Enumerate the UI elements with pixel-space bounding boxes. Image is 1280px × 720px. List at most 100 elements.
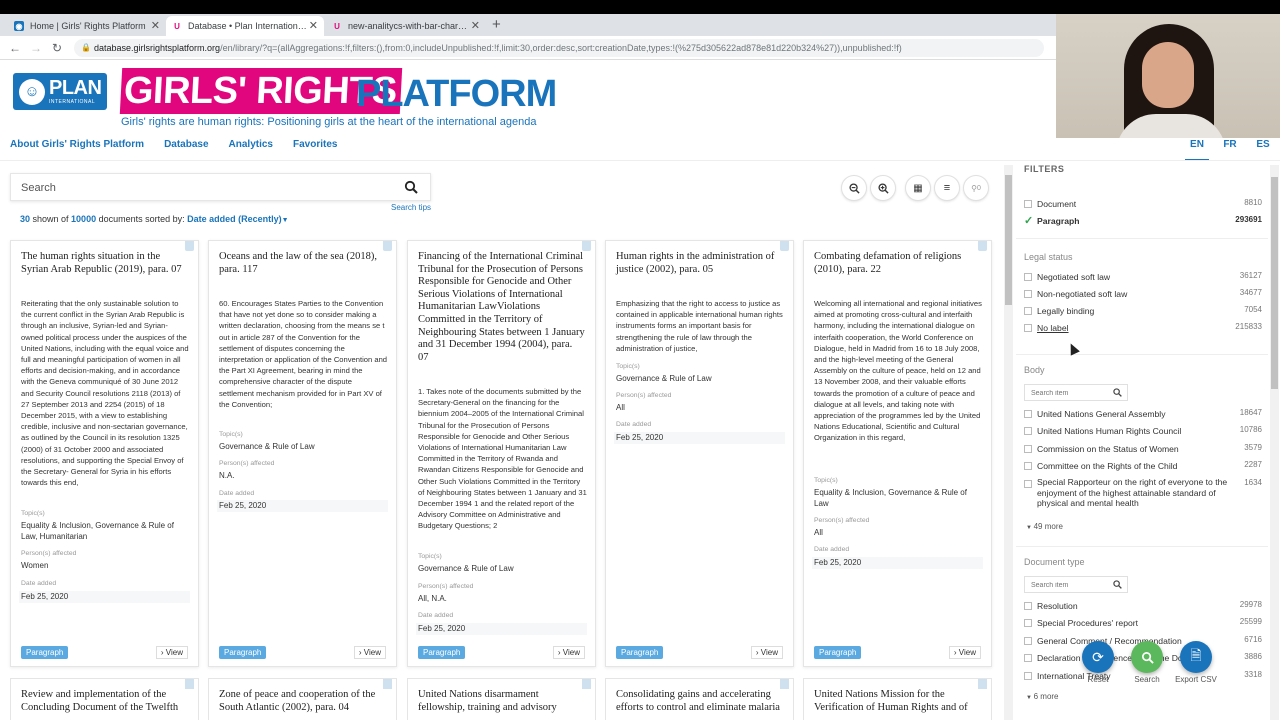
checkbox[interactable]	[1024, 324, 1032, 332]
filter-legal-status[interactable]: Legally binding 7054	[1024, 304, 1262, 318]
filter-body[interactable]: United Nations General Assembly 18647	[1024, 407, 1262, 421]
card-title[interactable]: United Nations Mission for the Verificat…	[814, 689, 981, 714]
search-icon[interactable]	[404, 180, 418, 194]
browser-tab-database[interactable]: U Database • Plan International - G ✕	[166, 16, 324, 36]
bookmark-icon[interactable]	[978, 241, 987, 251]
card-title[interactable]: Review and implementation of the Conclud…	[21, 689, 188, 714]
sort-dropdown[interactable]: Date added (Recently)	[187, 214, 282, 224]
search-icon[interactable]	[1113, 388, 1122, 397]
plan-logo[interactable]: ☺ PLAN INTERNATIONAL	[13, 73, 107, 110]
lang-es[interactable]: ES	[1251, 139, 1275, 150]
bookmark-icon[interactable]	[383, 241, 392, 251]
reset-button[interactable]: ⟳	[1082, 641, 1114, 673]
filter-body[interactable]: Special Rapporteur on the right of every…	[1024, 477, 1262, 511]
bookmark-icon[interactable]	[780, 679, 789, 689]
close-tab-icon[interactable]: ✕	[309, 19, 318, 32]
result-card[interactable]: Oceans and the law of the sea (2018), pa…	[208, 240, 397, 667]
filter-legal-status[interactable]: Negotiated soft law 36127	[1024, 270, 1262, 284]
doctype-more-link[interactable]: ▼ 6 more	[1026, 692, 1059, 701]
results-scrollbar[interactable]	[1004, 165, 1013, 720]
result-card[interactable]: Financing of the International Criminal …	[407, 240, 596, 667]
bookmark-icon[interactable]	[383, 679, 392, 689]
search-icon[interactable]	[1113, 580, 1122, 589]
filter-body[interactable]: United Nations Human Rights Council 10786	[1024, 424, 1262, 438]
search-action-button[interactable]	[1131, 641, 1163, 673]
lang-fr[interactable]: FR	[1218, 139, 1242, 150]
browser-tab-home[interactable]: ◉ Home | Girls' Rights Platform ✕	[8, 16, 166, 36]
zoom-in-button[interactable]	[870, 175, 896, 201]
filters-scrollbar[interactable]	[1270, 165, 1279, 720]
checkbox[interactable]	[1024, 462, 1032, 470]
result-card[interactable]: Combating defamation of religions (2010)…	[803, 240, 992, 667]
view-button[interactable]: › View	[353, 646, 386, 659]
filter-body[interactable]: Commission on the Status of Women 3579	[1024, 442, 1262, 456]
filter-doctype[interactable]: Resolution 29978	[1024, 599, 1262, 613]
map-view-button[interactable]: ⚲ 0	[963, 175, 989, 201]
result-card[interactable]: United Nations disarmament fellowship, t…	[407, 678, 596, 720]
result-card[interactable]: Consolidating gains and accelerating eff…	[605, 678, 794, 720]
checkbox[interactable]	[1024, 307, 1032, 315]
filter-paragraph[interactable]: ✓ Paragraph 293691	[1024, 214, 1262, 228]
result-card[interactable]: Review and implementation of the Conclud…	[10, 678, 199, 720]
export-csv-button[interactable]: 🗎	[1180, 641, 1212, 673]
checkbox[interactable]	[1024, 200, 1032, 208]
doctype-search-input[interactable]	[1031, 580, 1111, 591]
view-button[interactable]: › View	[552, 646, 585, 659]
result-card[interactable]: The human rights situation in the Syrian…	[10, 240, 199, 667]
nav-about[interactable]: About Girls' Rights Platform	[10, 139, 144, 150]
bookmark-icon[interactable]	[185, 241, 194, 251]
grid-view-button[interactable]: ▦	[905, 175, 931, 201]
body-search-input[interactable]	[1031, 388, 1111, 399]
list-view-button[interactable]: ≡	[934, 175, 960, 201]
checkbox[interactable]	[1024, 637, 1032, 645]
checkbox[interactable]	[1024, 445, 1032, 453]
browser-tab-analytics[interactable]: U new-analitycs-with-bar-chart-no ✕	[326, 16, 486, 36]
bookmark-icon[interactable]	[582, 679, 591, 689]
filter-doctype[interactable]: Special Procedures' report 25599	[1024, 616, 1262, 630]
check-icon[interactable]: ✓	[1024, 216, 1033, 227]
view-button[interactable]: › View	[750, 646, 783, 659]
nav-database[interactable]: Database	[164, 139, 208, 150]
new-tab-button[interactable]: +	[492, 16, 501, 33]
card-title[interactable]: United Nations disarmament fellowship, t…	[418, 689, 585, 714]
checkbox[interactable]	[1024, 619, 1032, 627]
filter-legal-status[interactable]: No label 215833	[1024, 321, 1262, 335]
reload-icon[interactable]: ↻	[52, 41, 62, 55]
close-tab-icon[interactable]: ✕	[151, 19, 160, 32]
card-title[interactable]: Financing of the International Criminal …	[418, 251, 585, 364]
search-tips-link[interactable]: Search tips	[391, 203, 431, 212]
bookmark-icon[interactable]	[582, 241, 591, 251]
checkbox[interactable]	[1024, 410, 1032, 418]
checkbox[interactable]	[1024, 602, 1032, 610]
card-title[interactable]: The human rights situation in the Syrian…	[21, 251, 188, 276]
nav-analytics[interactable]: Analytics	[229, 139, 273, 150]
view-button[interactable]: › View	[155, 646, 188, 659]
card-title[interactable]: Oceans and the law of the sea (2018), pa…	[219, 251, 386, 276]
card-title[interactable]: Combating defamation of religions (2010)…	[814, 251, 981, 276]
card-title[interactable]: Zone of peace and cooperation of the Sou…	[219, 689, 386, 714]
scrollbar-thumb[interactable]	[1271, 177, 1278, 389]
scrollbar-thumb[interactable]	[1005, 175, 1012, 305]
back-icon[interactable]: ←	[9, 41, 21, 55]
filter-document[interactable]: Document 8810	[1024, 197, 1262, 211]
filter-body[interactable]: Committee on the Rights of the Child 2287	[1024, 459, 1262, 473]
checkbox[interactable]	[1024, 654, 1032, 662]
view-button[interactable]: › View	[948, 646, 981, 659]
checkbox[interactable]	[1024, 480, 1032, 488]
checkbox[interactable]	[1024, 273, 1032, 281]
forward-icon[interactable]: →	[30, 41, 42, 55]
nav-favorites[interactable]: Favorites	[293, 139, 337, 150]
card-title[interactable]: Human rights in the administration of ju…	[616, 251, 783, 276]
chevron-down-icon[interactable]: ▼	[282, 217, 289, 224]
url-field[interactable]: 🔒 database.girlsrightsplatform.org/en/li…	[74, 39, 1044, 57]
body-more-link[interactable]: ▼ 49 more	[1026, 522, 1063, 531]
bookmark-icon[interactable]	[780, 241, 789, 251]
bookmark-icon[interactable]	[978, 679, 987, 689]
search-input[interactable]	[21, 179, 381, 197]
card-title[interactable]: Consolidating gains and accelerating eff…	[616, 689, 783, 714]
close-tab-icon[interactable]: ✕	[471, 19, 480, 32]
checkbox[interactable]	[1024, 672, 1032, 680]
checkbox[interactable]	[1024, 290, 1032, 298]
checkbox[interactable]	[1024, 427, 1032, 435]
lang-en[interactable]: EN	[1185, 139, 1209, 162]
